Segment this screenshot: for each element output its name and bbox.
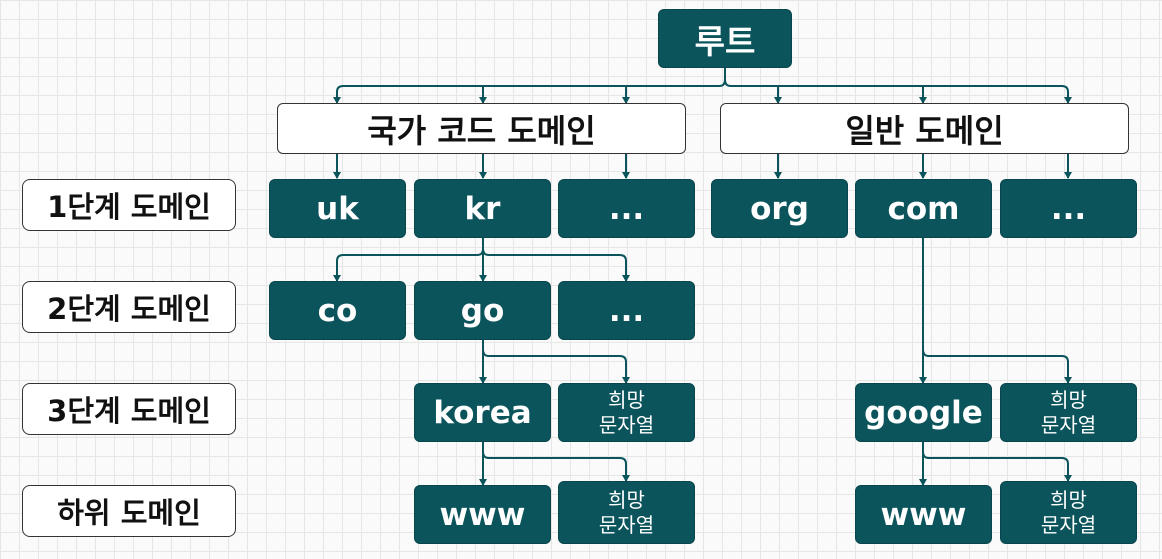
node-ellipsis-general: ... bbox=[1000, 179, 1137, 238]
level2-label: 2단계 도메인 bbox=[22, 281, 236, 333]
level3-label: 3단계 도메인 bbox=[22, 383, 236, 435]
node-korea: korea bbox=[414, 383, 551, 442]
root-node: 루트 bbox=[658, 9, 792, 68]
node-uk: uk bbox=[269, 179, 406, 238]
subdomain-label: 하위 도메인 bbox=[22, 485, 236, 537]
node-ellipsis-country: ... bbox=[558, 179, 695, 238]
level1-label: 1단계 도메인 bbox=[22, 179, 236, 231]
node-wish-string-www-google: 희망 문자열 bbox=[1000, 481, 1137, 544]
node-www-korea: www bbox=[414, 485, 551, 544]
country-code-domain-group: 국가 코드 도메인 bbox=[277, 103, 686, 154]
edge-kr-children bbox=[333, 238, 484, 282]
node-co: co bbox=[269, 281, 406, 340]
node-org: org bbox=[711, 179, 848, 238]
node-com: com bbox=[855, 179, 992, 238]
general-domain-group: 일반 도메인 bbox=[720, 103, 1129, 154]
edge-root-general bbox=[724, 79, 1072, 104]
node-www-google: www bbox=[855, 485, 992, 544]
edge-root-country bbox=[333, 68, 726, 104]
node-ellipsis-kr: ... bbox=[558, 281, 695, 340]
node-wish-string-google: 희망 문자열 bbox=[1000, 383, 1137, 442]
node-go: go bbox=[414, 281, 551, 340]
node-wish-string-www-korea: 희망 문자열 bbox=[558, 481, 695, 544]
node-wish-string-korea: 희망 문자열 bbox=[558, 383, 695, 442]
node-kr: kr bbox=[414, 179, 551, 238]
connector-lines bbox=[333, 68, 1072, 486]
node-google: google bbox=[855, 383, 992, 442]
